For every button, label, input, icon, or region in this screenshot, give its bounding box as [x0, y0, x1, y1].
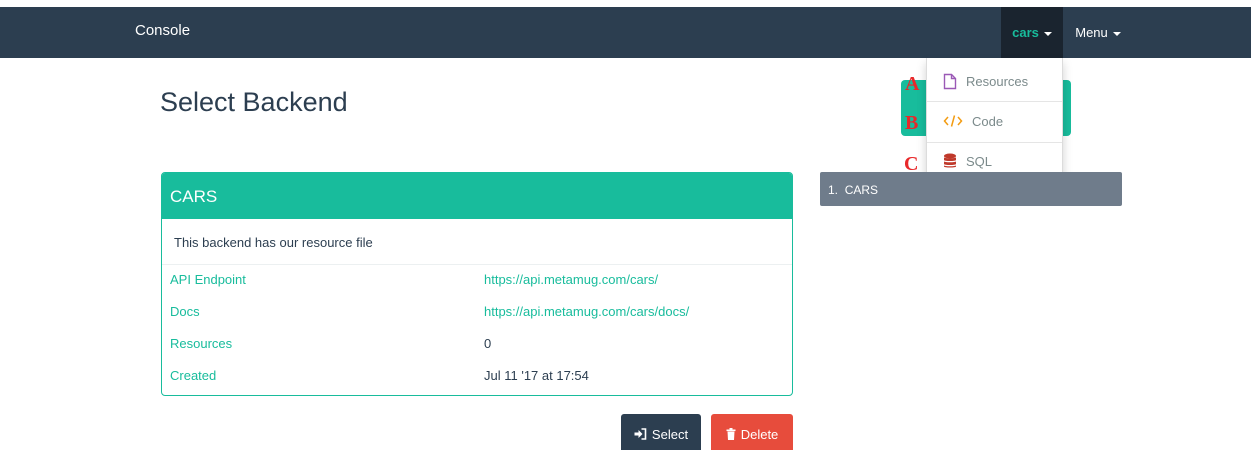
dropdown-item-label: SQL	[966, 153, 993, 169]
created-date: Jul 11 '17 at 17:54	[484, 368, 589, 383]
detail-row-docs: Docs https://api.metamug.com/cars/docs/	[162, 297, 792, 329]
main-menu-label: Menu	[1075, 25, 1108, 40]
api-endpoint-link[interactable]: https://api.metamug.com/cars/	[484, 272, 658, 287]
sign-in-icon	[634, 428, 647, 440]
annotation-a: A	[905, 73, 920, 95]
caret-down-icon	[1112, 31, 1121, 36]
detail-row-resources: Resources 0	[162, 329, 792, 361]
annotation-b: B	[905, 112, 919, 134]
panel-description: This backend has our resource file	[162, 219, 792, 265]
detail-row-created: Created Jul 11 '17 at 17:54	[162, 361, 792, 393]
dropdown-item-label: Resources	[966, 73, 1029, 89]
backend-dropdown-toggle[interactable]: cars	[1001, 7, 1063, 58]
backend-list-item[interactable]: 1. CARS	[820, 172, 1122, 206]
select-label: Select	[651, 426, 689, 442]
resources-count: 0	[484, 336, 492, 351]
top-navbar: Console cars Menu	[0, 7, 1251, 58]
list-item-name: CARS	[844, 183, 879, 197]
brand-console[interactable]: Console	[135, 22, 190, 39]
backend-dropdown-menu: Resources Code SQL	[926, 58, 1063, 185]
delete-label: Delete	[740, 426, 779, 442]
backend-panel: CARS This backend has our resource file …	[161, 172, 793, 396]
main-menu-toggle[interactable]: Menu	[1063, 7, 1133, 58]
dropdown-item-code[interactable]: Code	[927, 101, 1062, 141]
detail-row-api-endpoint: API Endpoint https://api.metamug.com/car…	[162, 265, 792, 297]
detail-key: Docs	[170, 304, 200, 319]
page-title: Select Backend	[160, 87, 348, 117]
file-icon	[943, 73, 957, 89]
code-icon	[943, 115, 963, 127]
detail-key: Created	[170, 368, 217, 383]
caret-down-icon	[1043, 31, 1052, 36]
select-button[interactable]: Select	[621, 414, 701, 450]
panel-title: CARS	[162, 173, 792, 219]
list-item-index: 1.	[828, 183, 839, 197]
detail-key: Resources	[170, 336, 233, 351]
database-icon	[944, 153, 956, 168]
dropdown-item-resources[interactable]: Resources	[927, 61, 1062, 101]
docs-link[interactable]: https://api.metamug.com/cars/docs/	[484, 304, 689, 319]
dropdown-item-label: Code	[972, 113, 1004, 129]
backend-dropdown-label: cars	[1012, 25, 1039, 40]
trash-icon	[726, 428, 736, 440]
delete-button[interactable]: Delete	[711, 414, 793, 450]
detail-key: API Endpoint	[170, 272, 246, 287]
